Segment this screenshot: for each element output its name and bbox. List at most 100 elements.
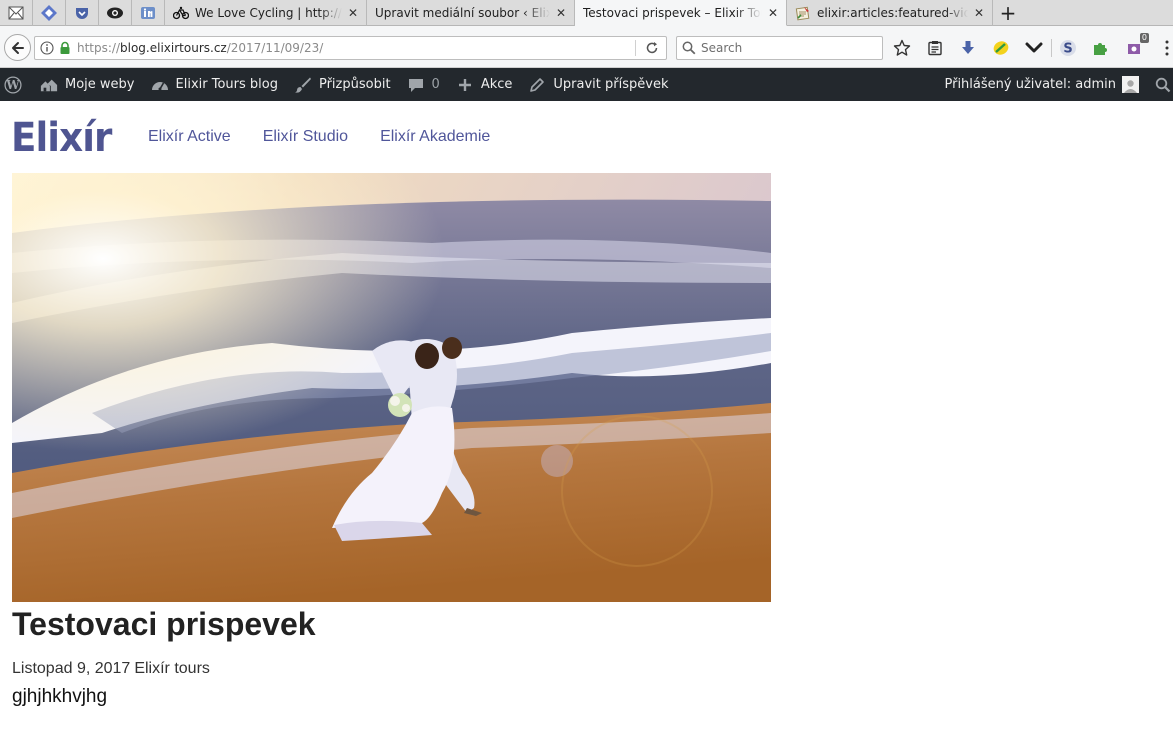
info-icon[interactable] xyxy=(40,41,54,55)
downloads-button[interactable] xyxy=(958,38,978,58)
kebab-menu-icon xyxy=(1165,40,1169,56)
puzzle-icon xyxy=(1094,43,1107,55)
pinned-tab-pocket[interactable] xyxy=(66,0,99,26)
post-title: Testovaci prispevek xyxy=(12,606,316,642)
site-header: Elixír Elixír Active Elixír Studio Elixí… xyxy=(0,101,1173,173)
extension-lemon-button[interactable] xyxy=(991,38,1011,58)
nav-link-elixir-akademie[interactable]: Elixír Akademie xyxy=(380,128,490,146)
search-icon xyxy=(1155,77,1171,92)
pinned-tab-eye[interactable] xyxy=(99,0,132,26)
s-logo-icon: S xyxy=(1060,40,1076,57)
edit-post-link[interactable]: Upravit příspěvek xyxy=(520,68,676,101)
avatar xyxy=(1122,76,1139,93)
search-input[interactable] xyxy=(701,41,871,55)
brush-icon xyxy=(294,76,312,94)
tab-upravit-medialni-soubor[interactable]: Upravit mediální soubor ‹ Elixír ✕ xyxy=(367,0,575,26)
svg-text:W: W xyxy=(5,78,20,92)
diamond-icon xyxy=(41,5,57,21)
nav-link-elixir-active[interactable]: Elixír Active xyxy=(148,128,231,146)
extension-badge-count: 0 xyxy=(1139,33,1149,43)
post-author[interactable]: Elixír tours xyxy=(134,660,210,677)
post-meta: Listopad 9, 2017 Elixír tours xyxy=(12,660,214,678)
extension-badge-button[interactable]: 0 xyxy=(1124,33,1149,58)
browser-tab-strip: We Love Cycling | http://w ✕ Upravit med… xyxy=(0,0,1173,26)
mail-icon xyxy=(8,6,24,20)
menu-button[interactable] xyxy=(1157,38,1173,58)
clipboard-icon xyxy=(928,41,942,56)
user-avatar-icon xyxy=(1124,80,1137,93)
admin-bar-search[interactable] xyxy=(1147,68,1173,101)
admin-bar-secondary: Přihlášený uživatel: admin xyxy=(936,68,1173,101)
sites-icon xyxy=(40,76,58,94)
pinned-tab-diamond[interactable] xyxy=(33,0,66,26)
close-tab-icon[interactable]: ✕ xyxy=(972,6,986,20)
reading-list-button[interactable] xyxy=(925,38,945,58)
pinned-tab-mail[interactable] xyxy=(0,0,33,26)
tab-title: elixir:articles:featured-video xyxy=(817,6,968,20)
close-tab-icon[interactable]: ✕ xyxy=(766,6,780,20)
search-bar[interactable] xyxy=(676,36,883,60)
pinned-tabs xyxy=(0,0,165,26)
back-button[interactable] xyxy=(4,34,31,61)
url-scheme: https:// xyxy=(77,41,121,55)
close-tab-icon[interactable]: ✕ xyxy=(346,6,360,20)
tab-title: Upravit mediální soubor ‹ Elixír xyxy=(375,6,550,20)
pencil-icon xyxy=(528,76,546,94)
addons-button[interactable] xyxy=(1091,38,1111,58)
close-tab-icon[interactable]: ✕ xyxy=(554,6,568,20)
lock-icon xyxy=(60,41,70,54)
main-navigation: Elixír Active Elixír Studio Elixír Akade… xyxy=(148,128,522,146)
tab-title: We Love Cycling | http://w xyxy=(195,6,342,20)
url-text: https://blog.elixirtours.cz/2017/11/09/2… xyxy=(77,41,323,55)
my-sites-menu[interactable]: Moje weby xyxy=(30,68,143,101)
post-date[interactable]: Listopad 9, 2017 xyxy=(12,660,130,677)
comment-count: 0 xyxy=(431,77,440,92)
site-name-menu[interactable]: Elixir Tours blog xyxy=(143,68,286,101)
toolbar-separator xyxy=(1051,39,1052,57)
urlbar-separator xyxy=(635,40,636,56)
url-host: blog.elixirtours.cz xyxy=(120,41,227,55)
eye-icon xyxy=(107,7,123,19)
comments-link[interactable]: 0 xyxy=(399,68,448,101)
pocket-icon xyxy=(76,8,88,19)
pocket-button[interactable] xyxy=(1024,38,1044,58)
wp-admin-bar: W Moje weby Elixir Tours blog Přizpůsobi… xyxy=(0,68,1173,101)
chevron-down-icon xyxy=(1025,42,1043,53)
lemon-icon xyxy=(993,41,1009,55)
nav-link-elixir-studio[interactable]: Elixír Studio xyxy=(263,128,348,146)
dashboard-icon xyxy=(151,76,169,94)
customize-link[interactable]: Přizpůsobit xyxy=(286,68,399,101)
dokuwiki-icon xyxy=(795,5,811,21)
tab-we-love-cycling[interactable]: We Love Cycling | http://w ✕ xyxy=(165,0,367,26)
download-arrow-icon xyxy=(962,41,974,54)
cycling-icon xyxy=(173,5,189,21)
new-tab-button[interactable]: + xyxy=(993,0,1023,25)
tab-title: Testovaci prispevek – Elixir Tours xyxy=(583,5,762,20)
wordpress-icon: W xyxy=(4,75,22,94)
new-content-menu[interactable]: Akce xyxy=(448,68,521,101)
featured-image xyxy=(12,173,771,602)
url-path: /2017/11/09/23/ xyxy=(226,41,324,55)
my-account-menu[interactable]: Přihlášený uživatel: admin xyxy=(936,68,1147,101)
search-icon xyxy=(682,41,696,55)
site-logo[interactable]: Elixír xyxy=(11,115,112,161)
new-content-label: Akce xyxy=(480,77,513,92)
edit-post-label: Upravit příspěvek xyxy=(553,77,669,92)
logged-in-user-label: Přihlášený uživatel: admin xyxy=(944,77,1116,92)
comment-icon xyxy=(407,76,425,94)
url-bar[interactable]: https://blog.elixirtours.cz/2017/11/09/2… xyxy=(34,36,667,60)
browser-navigation-bar: https://blog.elixirtours.cz/2017/11/09/2… xyxy=(0,26,1173,68)
my-sites-label: Moje weby xyxy=(65,77,135,92)
site-name-label: Elixir Tours blog xyxy=(175,77,278,92)
bookmark-star-button[interactable] xyxy=(892,38,912,58)
post-content: gjhjhkhvjhg xyxy=(12,686,108,707)
reload-icon[interactable] xyxy=(645,41,659,55)
extension-s-button[interactable]: S xyxy=(1058,38,1078,58)
tab-testovaci-prispevek[interactable]: Testovaci prispevek – Elixir Tours ✕ xyxy=(575,0,787,26)
wp-logo-menu[interactable]: W xyxy=(0,68,30,101)
tab-elixir-articles-featured-video[interactable]: elixir:articles:featured-video ✕ xyxy=(787,0,993,26)
star-icon xyxy=(893,39,911,56)
customize-label: Přizpůsobit xyxy=(318,77,391,92)
pinned-tab-linkedin[interactable] xyxy=(132,0,165,26)
svg-text:S: S xyxy=(1063,42,1072,57)
